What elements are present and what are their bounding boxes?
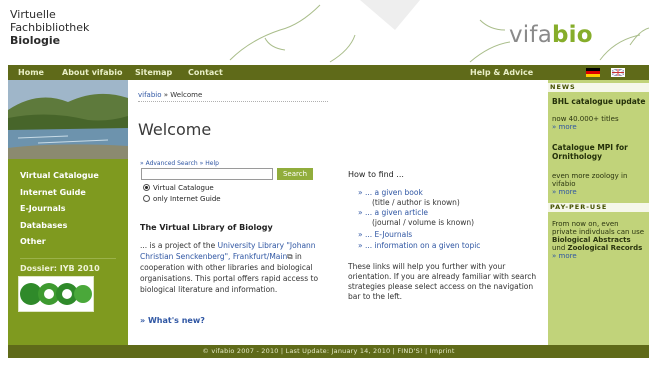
howto-book-link[interactable]: » ... a given book xyxy=(358,188,423,197)
howto-book-sub: (title / author is known) xyxy=(372,198,460,207)
top-nav-bar: Home About vifabio Sitemap Contact Help … xyxy=(8,65,649,80)
river-photo xyxy=(8,80,128,159)
iyb-logo-graphic xyxy=(20,283,92,305)
main-content: vifabio » Welcome Welcome » Advanced Sea… xyxy=(128,80,548,345)
search-links: » Advanced Search » Help xyxy=(140,160,219,167)
howto-paragraph: These links will help you further with y… xyxy=(348,262,537,301)
iyb-2010-logo[interactable] xyxy=(18,276,94,312)
news-2-title-line-2[interactable]: Ornithology xyxy=(552,152,602,161)
intro-text-start: ... is a project of the xyxy=(140,241,218,250)
left-sidebar: Virtual Catalogue Internet Guide E-Journ… xyxy=(8,80,128,345)
radio-internet-guide-label: only Internet Guide xyxy=(153,195,221,203)
ppu-line-1: From now on, even xyxy=(552,220,619,228)
news-heading: NEWS xyxy=(548,83,649,92)
nav-contact[interactable]: Contact xyxy=(188,68,223,77)
howto-item: » ... information on a given topic xyxy=(358,241,480,250)
logo-line-2: Fachbibliothek xyxy=(10,21,90,34)
breadcrumb-current: Welcome xyxy=(170,91,203,99)
ppu-line-3: Biological Abstracts xyxy=(552,236,631,244)
search-input[interactable] xyxy=(141,168,273,180)
howto-sub: (journal / volume is known) xyxy=(372,218,474,227)
howto-article-sub: (journal / volume is known) xyxy=(372,218,475,227)
ppu-more-link[interactable]: » more xyxy=(552,252,577,260)
sidebar-divider xyxy=(20,258,116,259)
howto-sub: (title / author is known) xyxy=(372,198,460,207)
sidebar-item-internet-guide[interactable]: Internet Guide xyxy=(20,188,86,197)
sidebar-item-virtual-catalogue[interactable]: Virtual Catalogue xyxy=(20,171,99,180)
sidebar-item-databases[interactable]: Databases xyxy=(20,221,67,230)
site-logo-text[interactable]: Virtuelle Fachbibliothek Biologie xyxy=(10,8,89,47)
header: Virtuelle Fachbibliothek Biologie vifabi… xyxy=(0,0,649,65)
logo-line-1: Virtuelle xyxy=(10,8,56,21)
breadcrumb-home-link[interactable]: vifabio xyxy=(138,91,162,99)
page-bottom xyxy=(0,358,649,368)
radio-virtual-catalogue[interactable]: Virtual Catalogue xyxy=(143,184,214,192)
footer: © vifabio 2007 - 2010 | Last Update: Jan… xyxy=(8,345,649,358)
search-button[interactable]: Search xyxy=(277,168,313,180)
ppu-line-2: private indivduals can use xyxy=(552,228,645,236)
logo-line-3: Biologie xyxy=(10,34,61,47)
sidebar-item-other[interactable]: Other xyxy=(20,237,46,246)
radio-internet-guide[interactable]: only Internet Guide xyxy=(143,195,221,203)
news-2-title-line-1[interactable]: Catalogue MPI for xyxy=(552,143,628,152)
sidebar-item-e-journals[interactable]: E-Journals xyxy=(20,204,66,213)
news-2-text-line-2: vifabio xyxy=(552,180,576,188)
radio-unselected-icon[interactable] xyxy=(143,195,150,202)
radio-selected-icon[interactable] xyxy=(143,184,150,191)
howto-item: » ... a given book xyxy=(358,188,423,197)
intro-paragraph: ... is a project of the University Libra… xyxy=(140,240,328,295)
howto-item: » ... E-Journals xyxy=(358,230,412,239)
breadcrumb: vifabio » Welcome xyxy=(138,91,202,99)
news-1-more-link[interactable]: » more xyxy=(552,123,577,131)
nav-sitemap[interactable]: Sitemap xyxy=(135,68,172,77)
page-title: Welcome xyxy=(138,120,212,139)
whats-new-link[interactable]: » What's new? xyxy=(140,316,205,325)
breadcrumb-separator: » xyxy=(161,91,171,99)
english-flag-icon[interactable] xyxy=(611,68,625,77)
news-1-title[interactable]: BHL catalogue update xyxy=(552,97,645,106)
breadcrumb-divider xyxy=(138,101,328,102)
howto-article-link[interactable]: » ... a given article xyxy=(358,208,428,217)
news-2-text-line-1: even more zoology in xyxy=(552,172,628,180)
brand-vifa: vifa xyxy=(509,22,552,48)
pay-per-use-heading: PAY-PER-USE xyxy=(548,203,649,212)
howto-ejournals-link[interactable]: » ... E-Journals xyxy=(358,230,412,239)
news-1-text: now 40.000+ titles xyxy=(552,115,619,123)
radio-virtual-catalogue-label: Virtual Catalogue xyxy=(153,184,214,192)
nav-home[interactable]: Home xyxy=(18,68,44,77)
news-2-more-link[interactable]: » more xyxy=(552,188,577,196)
ppu-line-4: und Zoological Records xyxy=(552,244,642,252)
advanced-search-link[interactable]: » Advanced Search xyxy=(140,160,198,167)
nav-help[interactable]: Help & Advice xyxy=(470,68,533,77)
vifabio-logo[interactable]: vifabio xyxy=(509,22,593,48)
howto-heading: How to find ... xyxy=(348,170,404,179)
howto-topic-link[interactable]: » ... information on a given topic xyxy=(358,241,480,250)
ppu-und: und xyxy=(552,244,568,252)
help-link[interactable]: » Help xyxy=(200,160,219,167)
nav-about[interactable]: About vifabio xyxy=(62,68,123,77)
german-flag-icon[interactable] xyxy=(586,68,600,77)
ppu-zoological: Zoological Records xyxy=(567,244,643,252)
howto-item: » ... a given article xyxy=(358,208,428,217)
sidebar-item-dossier[interactable]: Dossier: IYB 2010 xyxy=(20,264,100,273)
brand-bio: bio xyxy=(552,22,593,48)
right-sidebar: NEWS BHL catalogue update now 40.000+ ti… xyxy=(548,80,649,345)
section-heading: The Virtual Library of Biology xyxy=(140,223,273,232)
